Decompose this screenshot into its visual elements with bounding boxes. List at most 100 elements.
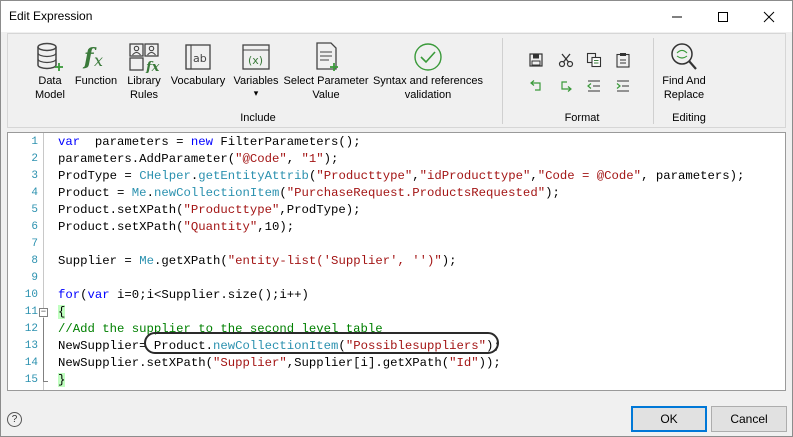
code-editor[interactable]: 1 2 3 4 5 6 7 8 9 10 11 12 13 14 15 var parameters = n… <box>7 132 786 391</box>
paste-icon <box>616 53 630 68</box>
maximize-button[interactable] <box>700 1 746 32</box>
code-token: Me <box>139 254 154 268</box>
line-number: 9 <box>31 272 38 284</box>
line-number: 14 <box>24 357 38 369</box>
code-token: NewSupplier.setXPath( <box>58 356 213 370</box>
code-token: getEntityAttrib <box>198 169 309 183</box>
library-rules-icon: fx <box>127 40 161 74</box>
svg-text:(x): (x) <box>248 54 263 67</box>
fx-icon: f x <box>79 40 113 74</box>
highlight-ellipse <box>144 332 499 354</box>
group-separator <box>653 38 654 124</box>
vocabulary-button[interactable]: ab Vocabulary <box>168 40 228 88</box>
code-token: ,10); <box>257 220 295 234</box>
copy-button[interactable] <box>585 51 603 69</box>
line-number: 13 <box>24 340 38 352</box>
paste-button[interactable] <box>614 51 632 69</box>
select-parameter-icon <box>309 40 343 74</box>
data-model-button[interactable]: Data Model <box>22 40 78 102</box>
code-token: ( <box>279 186 287 200</box>
data-model-label-1: Data <box>38 75 62 87</box>
find-replace-label-1: Find And <box>662 75 706 87</box>
close-button[interactable] <box>746 1 792 32</box>
code-token: new <box>190 135 213 149</box>
code-token: { <box>58 305 66 319</box>
line-number: 10 <box>24 289 38 301</box>
code-token: "PurchaseRequest.ProductsRequested" <box>286 186 546 200</box>
code-token: "Supplier" <box>212 356 287 370</box>
library-rules-button[interactable]: fx Library Rules <box>121 40 167 102</box>
select-parameter-label-2: Value <box>312 89 340 101</box>
variables-icon: (x) <box>239 40 273 74</box>
code-token: FilterParameters(); <box>212 135 361 149</box>
code-token: "Producttype" <box>316 169 413 183</box>
group-separator <box>502 38 503 124</box>
fold-collapse-icon[interactable]: − <box>39 308 48 317</box>
code-line: var parameters = new FilterParameters(); <box>58 134 361 151</box>
line-number: 11 <box>24 306 38 318</box>
help-icon[interactable]: ? <box>7 412 22 427</box>
variables-dropdown-arrow: ▾ <box>253 88 259 98</box>
code-token: } <box>58 373 66 387</box>
code-token: Supplier = <box>58 254 140 268</box>
code-token: i=0;i<Supplier.size();i++) <box>109 288 309 302</box>
minimize-button[interactable] <box>654 1 700 32</box>
code-token: ( <box>80 288 88 302</box>
window-title: Edit Expression <box>9 9 93 23</box>
code-token: "entity-list('Supplier', '')" <box>227 254 442 268</box>
svg-text:ab: ab <box>193 52 207 65</box>
line-number: 8 <box>31 255 38 267</box>
select-parameter-value-button[interactable]: Select Parameter Value <box>284 40 369 102</box>
code-token: for <box>58 288 81 302</box>
library-rules-label-1: Library <box>127 75 161 87</box>
checkmark-circle-icon <box>411 40 445 74</box>
outdent-icon <box>587 80 600 92</box>
function-button[interactable]: f x Function <box>71 40 121 88</box>
code-token: ProdType = <box>58 169 140 183</box>
code-token: , <box>530 169 538 183</box>
editing-group-label: Editing <box>672 112 706 124</box>
code-token: "Id" <box>449 356 479 370</box>
code-token: var <box>58 135 81 149</box>
find-and-replace-button[interactable]: Find And Replace <box>656 40 712 102</box>
code-token: CHelper <box>139 169 191 183</box>
ok-button[interactable]: OK <box>631 406 707 432</box>
outdent-button[interactable] <box>585 77 603 95</box>
svg-text:fx: fx <box>145 60 160 73</box>
indent-button[interactable] <box>614 77 632 95</box>
vocabulary-icon: ab <box>181 40 215 74</box>
code-token: Product = <box>58 186 132 200</box>
code-token: ,Supplier[i].getXPath( <box>286 356 450 370</box>
cancel-button[interactable]: Cancel <box>711 406 787 432</box>
line-number: 4 <box>31 187 38 199</box>
cut-button[interactable] <box>557 51 575 69</box>
code-token: , <box>412 169 420 183</box>
code-token: )); <box>478 356 501 370</box>
code-token: , <box>286 152 302 166</box>
minimize-icon <box>672 16 682 17</box>
code-line: { <box>58 304 66 321</box>
code-token: parameters.AddParameter( <box>58 152 236 166</box>
code-line: Product = Me.newCollectionItem("Purchase… <box>58 185 560 202</box>
undo-button[interactable] <box>527 77 545 95</box>
redo-button[interactable] <box>557 77 575 95</box>
code-token: "Producttype" <box>183 203 280 217</box>
fold-guide-line <box>43 318 44 381</box>
code-token: Me <box>131 186 147 200</box>
variables-label: Variables <box>233 75 279 87</box>
save-button[interactable] <box>527 51 545 69</box>
code-token: .getXPath( <box>153 254 228 268</box>
syntax-validation-button[interactable]: Syntax and references validation <box>370 40 486 102</box>
code-token: "Quantity" <box>183 220 258 234</box>
save-icon <box>529 53 543 67</box>
variables-dropdown-button[interactable]: (x) Variables ▾ <box>231 40 281 99</box>
line-number: 15 <box>24 374 38 386</box>
line-number: 6 <box>31 221 38 233</box>
code-line: } <box>58 372 66 389</box>
code-line: Product.setXPath("Producttype",ProdType)… <box>58 202 361 219</box>
code-token: ,ProdType); <box>279 203 361 217</box>
find-replace-icon <box>667 40 701 74</box>
syntax-validation-label-1: Syntax and references <box>372 75 484 87</box>
code-line: NewSupplier.setXPath("Supplier",Supplier… <box>58 355 501 372</box>
code-token: Product.setXPath( <box>58 203 184 217</box>
